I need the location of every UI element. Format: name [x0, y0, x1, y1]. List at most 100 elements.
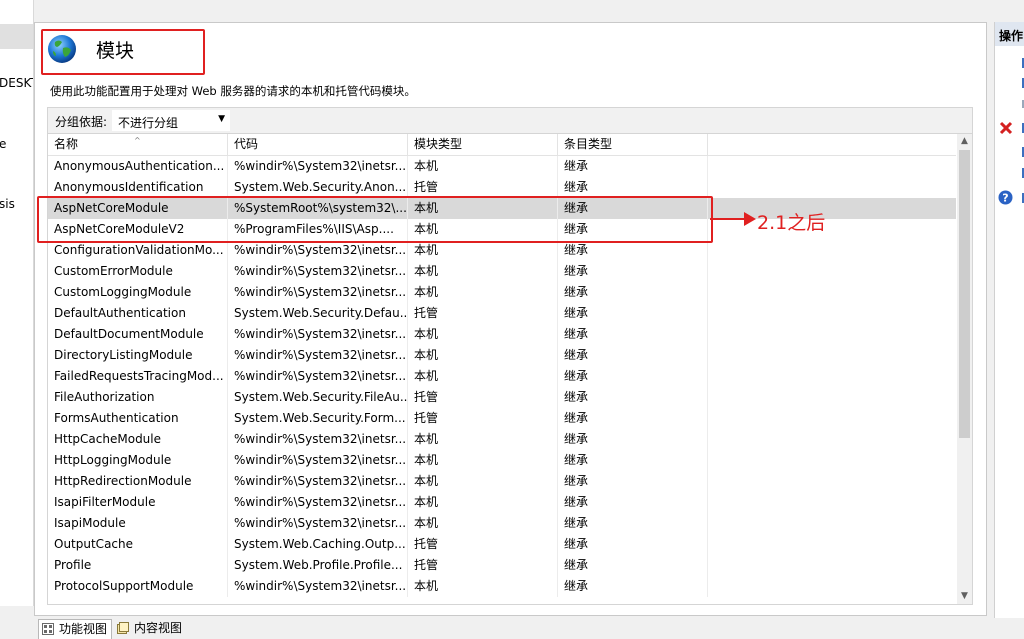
scroll-thumb[interactable] [959, 150, 970, 438]
table-row[interactable]: HttpLoggingModule %windir%\System32\inets… [48, 450, 956, 471]
grid-header: 名称 ^ 代码 模块类型 条目类型 [48, 134, 956, 156]
tab-features-view[interactable]: 功能视图 [38, 619, 113, 639]
table-row[interactable]: ProtocolSupportModule %windir%\System32\i… [48, 576, 956, 597]
svg-text:?: ? [1002, 192, 1008, 205]
cell-module-type: 本机 [408, 450, 558, 471]
tab-content-view[interactable]: 内容视图 [114, 619, 186, 638]
cell-code: System.Web.Profile.Profile... [228, 555, 408, 576]
column-header-code[interactable]: 代码 [228, 134, 408, 155]
actions-title: 操作 [999, 29, 1024, 43]
table-row[interactable]: HttpRedirectionModule %windir%\System32\i… [48, 471, 956, 492]
cell-name: CustomLoggingModule [48, 282, 228, 303]
cell-name: OutputCache [48, 534, 228, 555]
cell-module-type: 本机 [408, 492, 558, 513]
cell-code: %ProgramFiles%\IIS\Asp.... [228, 219, 408, 240]
cell-code: %windir%\System32\inetsr... [228, 324, 408, 345]
actions-pane: 操作 ? [994, 22, 1024, 618]
cell-name: FileAuthorization [48, 387, 228, 408]
cell-entry-type: 继承 [558, 198, 708, 219]
table-row[interactable]: AnonymousIdentification System.Web.Securi… [48, 177, 956, 198]
cell-entry-type: 继承 [558, 576, 708, 597]
cell-code: %windir%\System32\inetsr... [228, 450, 408, 471]
column-header-module-type[interactable]: 模块类型 [408, 134, 558, 155]
scroll-up-icon[interactable]: ▲ [957, 134, 972, 149]
cell-name: AspNetCoreModuleV2 [48, 219, 228, 240]
content-view-icon [117, 622, 129, 634]
tree-node-item[interactable]: e [0, 137, 6, 151]
cell-name: IsapiModule [48, 513, 228, 534]
cell-entry-type: 继承 [558, 177, 708, 198]
cell-entry-type: 继承 [558, 513, 708, 534]
cell-code: %windir%\System32\inetsr... [228, 513, 408, 534]
cell-module-type: 本机 [408, 219, 558, 240]
cell-name: HttpRedirectionModule [48, 471, 228, 492]
table-row[interactable]: FailedRequestsTracingMod... %windir%\Syst… [48, 366, 956, 387]
sort-caret-icon: ^ [134, 136, 141, 145]
scroll-down-icon[interactable]: ▼ [957, 589, 972, 604]
chevron-down-icon: ▼ [218, 114, 225, 124]
table-row[interactable]: FileAuthorization System.Web.Security.Fil… [48, 387, 956, 408]
annotation-text: 2.1之后 [757, 212, 826, 234]
cell-code: System.Web.Security.Form... [228, 408, 408, 429]
table-row[interactable]: IsapiModule %windir%\System32\inetsr... 本机… [48, 513, 956, 534]
group-by-label: 分组依据: [55, 115, 108, 129]
cell-name: HttpLoggingModule [48, 450, 228, 471]
cell-module-type: 本机 [408, 345, 558, 366]
group-by-value: 不进行分组 [118, 116, 179, 130]
table-row[interactable]: OutputCache System.Web.Caching.Outp... 托管继… [48, 534, 956, 555]
cell-entry-type: 继承 [558, 408, 708, 429]
table-row[interactable]: AnonymousAuthentication... %windir%\Syste… [48, 156, 956, 177]
vertical-scrollbar[interactable]: ▲ ▼ [957, 134, 972, 604]
cell-entry-type: 继承 [558, 240, 708, 261]
table-row[interactable]: CustomErrorModule %windir%\System32\inets… [48, 261, 956, 282]
cell-module-type: 本机 [408, 261, 558, 282]
cell-code: %windir%\System32\inetsr... [228, 576, 408, 597]
cell-code: %windir%\System32\inetsr... [228, 261, 408, 282]
cell-entry-type: 继承 [558, 345, 708, 366]
cell-name: Profile [48, 555, 228, 576]
cell-entry-type: 继承 [558, 492, 708, 513]
modules-grid[interactable]: 名称 ^ 代码 模块类型 条目类型 AnonymousAuthenticatio… [47, 133, 973, 605]
table-row[interactable]: CustomLoggingModule %windir%\System32\ine… [48, 282, 956, 303]
cell-module-type: 本机 [408, 471, 558, 492]
table-row[interactable]: FormsAuthentication System.Web.Security.F… [48, 408, 956, 429]
page-title: 模块 [96, 40, 135, 62]
remove-icon[interactable] [999, 121, 1013, 135]
cell-module-type: 本机 [408, 156, 558, 177]
column-header-name[interactable]: 名称 ^ [48, 134, 228, 155]
cell-module-type: 本机 [408, 513, 558, 534]
table-row[interactable]: IsapiFilterModule %windir%\System32\inets… [48, 492, 956, 513]
cell-name: CustomErrorModule [48, 261, 228, 282]
column-header-entry-type[interactable]: 条目类型 [558, 134, 708, 155]
help-icon[interactable]: ? [998, 190, 1013, 205]
table-row[interactable]: Profile System.Web.Profile.Profile... 托管 继承 [48, 555, 956, 576]
cell-module-type: 本机 [408, 576, 558, 597]
group-by-toolbar: 分组依据: 不进行分组 ▼ [47, 107, 973, 133]
tree-node-item[interactable]: sis [0, 197, 15, 211]
cell-entry-type: 继承 [558, 156, 708, 177]
cell-module-type: 本机 [408, 198, 558, 219]
cell-code: %windir%\System32\inetsr... [228, 471, 408, 492]
cell-code: %windir%\System32\inetsr... [228, 156, 408, 177]
group-by-dropdown[interactable]: 不进行分组 ▼ [111, 109, 231, 132]
cell-code: System.Web.Security.Anon... [228, 177, 408, 198]
cell-entry-type: 继承 [558, 450, 708, 471]
cell-entry-type: 继承 [558, 303, 708, 324]
table-row[interactable]: HttpCacheModule %windir%\System32\inetsr.… [48, 429, 956, 450]
table-row[interactable]: ConfigurationValidationMo... %windir%\Sys… [48, 240, 956, 261]
cell-code: %windir%\System32\inetsr... [228, 492, 408, 513]
cell-name: AnonymousAuthentication... [48, 156, 228, 177]
tree-node-server[interactable]: DESKT [0, 76, 33, 90]
cell-entry-type: 继承 [558, 534, 708, 555]
table-row[interactable]: DirectoryListingModule %windir%\System32\… [48, 345, 956, 366]
cell-code: %windir%\System32\inetsr... [228, 240, 408, 261]
cell-code: System.Web.Security.Defau... [228, 303, 408, 324]
globe-icon [48, 35, 76, 63]
table-row[interactable]: DefaultDocumentModule %windir%\System32\i… [48, 324, 956, 345]
cell-module-type: 托管 [408, 534, 558, 555]
cell-module-type: 托管 [408, 303, 558, 324]
cell-name: FailedRequestsTracingMod... [48, 366, 228, 387]
cell-entry-type: 继承 [558, 387, 708, 408]
cell-entry-type: 继承 [558, 555, 708, 576]
table-row[interactable]: DefaultAuthentication System.Web.Security… [48, 303, 956, 324]
